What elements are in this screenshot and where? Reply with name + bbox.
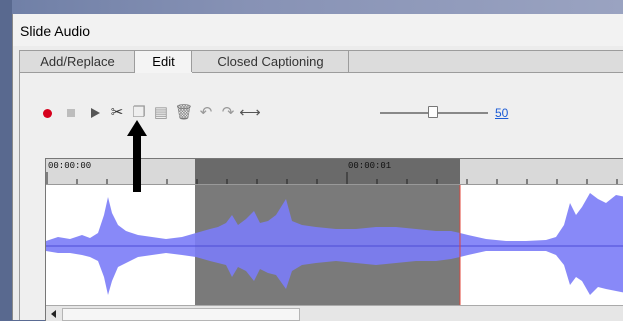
tab-closed-captioning[interactable]: Closed Captioning — [191, 50, 350, 72]
paste-button[interactable]: ▤ — [152, 103, 170, 123]
cut-button[interactable]: ✂ — [108, 103, 126, 123]
paste-icon: ▤ — [153, 104, 169, 121]
scroll-left-arrow-icon[interactable] — [51, 310, 56, 318]
undo-button[interactable]: ↶ — [197, 103, 215, 123]
volume-slider-thumb[interactable] — [428, 106, 438, 118]
edit-panel: ✂ ❐ ▤ 🗑 ↶ ↷ ⟷ 50 00:00:00 00:00:01 — [19, 73, 623, 321]
stop-button[interactable] — [62, 103, 80, 123]
tab-label: Edit — [152, 54, 175, 69]
record-icon — [42, 108, 52, 118]
tab-add-replace[interactable]: Add/Replace — [19, 50, 136, 72]
fit-icon: ⟷ — [239, 104, 261, 121]
tab-label: Add/Replace — [40, 54, 115, 69]
desktop-background-left — [0, 0, 12, 320]
window-title: Slide Audio — [20, 23, 91, 39]
stop-icon — [67, 109, 75, 117]
scrollbar-thumb[interactable] — [62, 308, 300, 321]
play-icon — [90, 108, 100, 118]
tab-edit[interactable]: Edit — [134, 50, 193, 74]
volume-slider[interactable] — [380, 106, 488, 118]
redo-button[interactable]: ↷ — [219, 103, 237, 123]
desktop-background — [0, 0, 623, 14]
delete-button[interactable]: 🗑 — [174, 103, 194, 123]
annotation-arrow-icon — [127, 120, 147, 192]
redo-icon: ↷ — [221, 104, 235, 121]
delete-icon: 🗑 — [174, 104, 194, 121]
tab-label: Closed Captioning — [217, 54, 324, 69]
horizontal-scrollbar[interactable] — [46, 305, 623, 321]
play-button[interactable] — [86, 103, 104, 123]
waveform-canvas[interactable] — [46, 185, 623, 305]
record-button[interactable] — [38, 103, 56, 123]
slide-audio-window: Slide Audio Add/Replace Edit Closed Capt… — [12, 14, 623, 321]
cut-icon: ✂ — [110, 104, 124, 121]
fit-button[interactable]: ⟷ — [239, 103, 261, 123]
tab-bar-filler — [348, 50, 623, 72]
title-bar: Slide Audio — [13, 14, 623, 46]
volume-value[interactable]: 50 — [495, 106, 508, 120]
undo-icon: ↶ — [199, 104, 213, 121]
tab-bar: Add/Replace Edit Closed Captioning — [19, 50, 623, 74]
